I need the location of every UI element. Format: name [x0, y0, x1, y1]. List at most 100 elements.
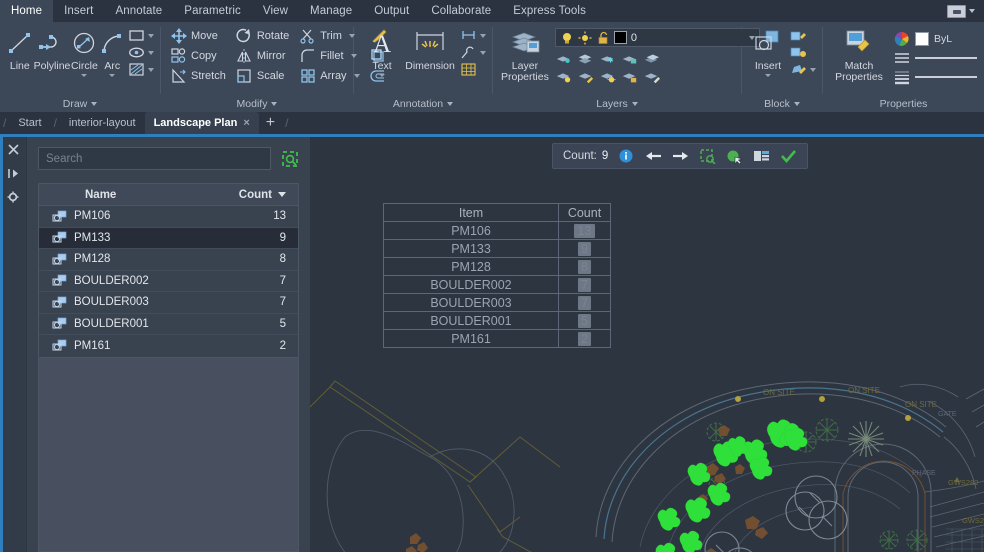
- workspace-switch-icon[interactable]: [947, 5, 966, 18]
- leader-button[interactable]: [460, 44, 486, 61]
- color-wheel-icon[interactable]: [893, 30, 910, 47]
- list-item[interactable]: PM161 2: [39, 335, 298, 357]
- lineweight-preview[interactable]: [915, 76, 977, 78]
- zoom-to-count-icon[interactable]: [280, 149, 299, 168]
- layer-lock-icon[interactable]: [621, 50, 638, 67]
- unlock-icon[interactable]: [596, 31, 610, 45]
- lightbulb-on-icon[interactable]: [560, 31, 574, 45]
- panel-properties-title[interactable]: Properties: [823, 96, 984, 112]
- layer-control[interactable]: 0: [555, 28, 760, 47]
- ellipse-chevron-down-icon[interactable]: [148, 51, 154, 55]
- count-table-row[interactable]: PM161 2: [384, 330, 611, 348]
- info-icon[interactable]: [617, 147, 635, 165]
- ribbon-tab-collaborate[interactable]: Collaborate: [420, 0, 502, 22]
- polyline-button[interactable]: Polyline: [34, 26, 71, 72]
- panel-annotation-chevron-down-icon[interactable]: [447, 102, 453, 106]
- layer-on-icon[interactable]: [599, 68, 616, 85]
- dimension-button[interactable]: Dimension: [402, 26, 458, 72]
- previous-arrow-icon[interactable]: [644, 147, 662, 165]
- layer-color-swatch[interactable]: [614, 31, 627, 44]
- panel-layers-chevron-down-icon[interactable]: [632, 102, 638, 106]
- ribbon-tab-view[interactable]: View: [252, 0, 299, 22]
- count-table-row[interactable]: PM128 8: [384, 258, 611, 276]
- ribbon-tab-annotate[interactable]: Annotate: [104, 0, 173, 22]
- ellipse-button[interactable]: [128, 44, 154, 61]
- block-editor-button[interactable]: [790, 27, 816, 44]
- mirror-button[interactable]: Mirror: [236, 46, 291, 66]
- match-properties-button[interactable]: Match Properties: [831, 26, 887, 83]
- block-edit-chevron-down-icon[interactable]: [810, 68, 816, 72]
- search-input[interactable]: [38, 147, 271, 170]
- table-button[interactable]: [460, 61, 486, 78]
- drawing-tab-landscape-plan[interactable]: Landscape Plan ×: [145, 112, 259, 134]
- block-attributes-button[interactable]: [790, 44, 816, 61]
- arc-chevron-down-icon[interactable]: [109, 74, 115, 77]
- ribbon-tab-home[interactable]: Home: [0, 0, 53, 22]
- ribbon-tab-manage[interactable]: Manage: [299, 0, 363, 22]
- text-button[interactable]: A Text: [364, 26, 400, 77]
- next-arrow-icon[interactable]: [671, 147, 689, 165]
- drawing-tab-interior-layout[interactable]: interior-layout: [60, 112, 145, 134]
- count-table-row[interactable]: BOULDER002 7: [384, 276, 611, 294]
- rectangle-button[interactable]: [128, 27, 154, 44]
- layer-isolate-icon[interactable]: [555, 50, 572, 67]
- array-button[interactable]: Array: [299, 66, 361, 86]
- dim-linear-chevron-down-icon[interactable]: [480, 34, 486, 38]
- linetype-icon[interactable]: [893, 49, 910, 66]
- ribbon-tab-output[interactable]: Output: [363, 0, 420, 22]
- hatch-button[interactable]: [128, 61, 154, 78]
- layer-locked-fade-icon[interactable]: [621, 68, 638, 85]
- panel-draw-chevron-down-icon[interactable]: [91, 102, 97, 106]
- panel-annotation-title[interactable]: Annotation: [354, 96, 492, 112]
- panel-modify-title[interactable]: Modify: [161, 96, 353, 112]
- circle-chevron-down-icon[interactable]: [81, 74, 87, 77]
- list-item-selected[interactable]: PM133 9: [39, 228, 298, 250]
- column-header-count[interactable]: Count: [239, 189, 278, 201]
- close-icon[interactable]: ×: [243, 117, 249, 129]
- layer-unisolate-icon[interactable]: [577, 50, 594, 67]
- stretch-button[interactable]: Stretch: [170, 66, 228, 86]
- count-table-in-drawing[interactable]: Item Count PM106 13 PM133 9 PM128 8 BOUL…: [383, 203, 611, 348]
- property-lineweight-row[interactable]: [893, 67, 977, 86]
- lineweight-icon[interactable]: [893, 68, 910, 85]
- sun-icon[interactable]: [578, 31, 592, 45]
- list-item[interactable]: PM106 13: [39, 206, 298, 228]
- scale-button[interactable]: Scale: [236, 66, 291, 86]
- circle-button[interactable]: Circle: [70, 26, 98, 77]
- rectangle-chevron-down-icon[interactable]: [148, 34, 154, 38]
- text-chevron-down-icon[interactable]: [379, 74, 385, 77]
- auto-hide-icon[interactable]: [5, 166, 21, 180]
- line-button[interactable]: Line: [6, 26, 34, 72]
- count-table-row[interactable]: PM106 13: [384, 222, 611, 240]
- zoom-extents-icon[interactable]: [698, 147, 716, 165]
- close-count-icon[interactable]: [779, 147, 797, 165]
- ribbon-tab-insert[interactable]: Insert: [53, 0, 104, 22]
- layer-properties-button[interactable]: Layer Properties: [501, 26, 549, 83]
- ribbon-tab-parametric[interactable]: Parametric: [173, 0, 252, 22]
- panel-layers-title[interactable]: Layers: [493, 96, 741, 112]
- leader-chevron-down-icon[interactable]: [480, 51, 486, 55]
- ribbon-tab-express-tools[interactable]: Express Tools: [502, 0, 597, 22]
- select-similar-icon[interactable]: [725, 147, 743, 165]
- properties-gear-icon[interactable]: [5, 190, 21, 204]
- rotate-button[interactable]: Rotate: [236, 26, 291, 46]
- close-icon[interactable]: [5, 142, 21, 156]
- insert-count-table-icon[interactable]: [752, 147, 770, 165]
- layer-freeze-icon[interactable]: [599, 50, 616, 67]
- layer-off-icon[interactable]: [555, 68, 572, 85]
- property-linetype-row[interactable]: [893, 48, 977, 67]
- fillet-button[interactable]: Fillet: [299, 46, 361, 66]
- property-color-row[interactable]: ByL: [893, 29, 977, 48]
- insert-chevron-down-icon[interactable]: [765, 74, 771, 77]
- list-item[interactable]: BOULDER001 5: [39, 314, 298, 336]
- drawing-tab-start[interactable]: Start: [9, 112, 50, 134]
- layer-unlock-icon[interactable]: [643, 50, 660, 67]
- hatch-chevron-down-icon[interactable]: [148, 68, 154, 72]
- panel-modify-chevron-down-icon[interactable]: [271, 102, 277, 106]
- panel-block-chevron-down-icon[interactable]: [794, 102, 800, 106]
- list-item[interactable]: PM128 8: [39, 249, 298, 271]
- copy-button[interactable]: Copy: [170, 46, 228, 66]
- list-item[interactable]: BOULDER002 7: [39, 271, 298, 293]
- count-table-row[interactable]: BOULDER003 7: [384, 294, 611, 312]
- trim-button[interactable]: Trim: [299, 26, 361, 46]
